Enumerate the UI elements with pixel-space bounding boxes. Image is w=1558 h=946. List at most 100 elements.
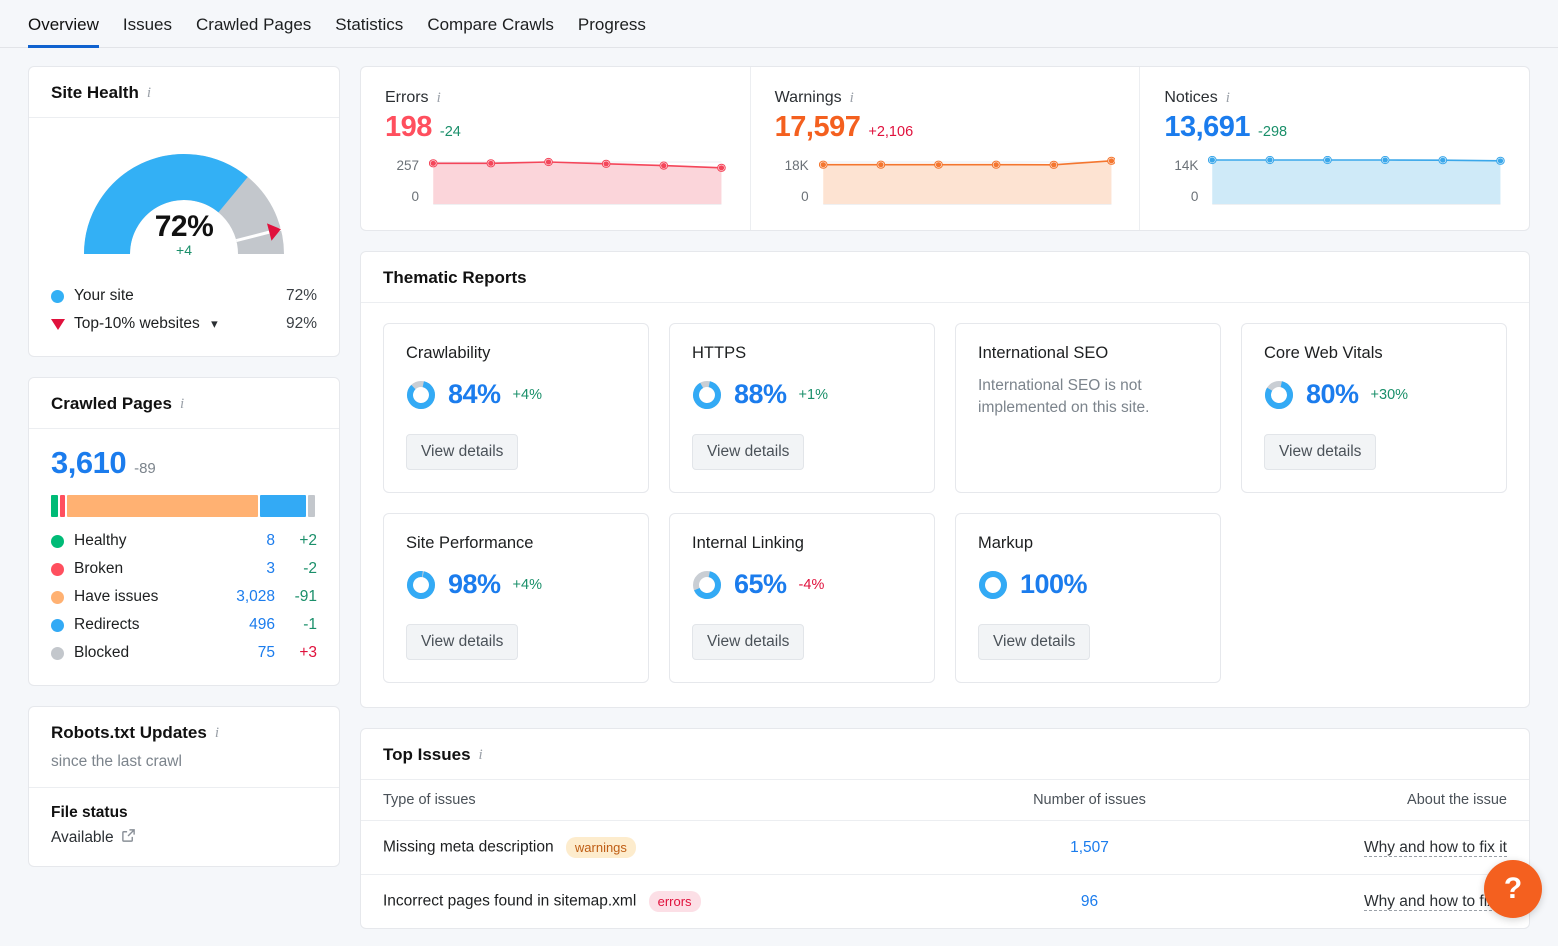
sparkline-axis: 257 0 (385, 156, 419, 208)
row-value[interactable]: 75 (217, 644, 275, 662)
thematic-reports-header: Thematic Reports (361, 252, 1529, 303)
status-dot-icon (51, 646, 64, 660)
tab-crawled-pages[interactable]: Crawled Pages (196, 15, 311, 47)
view-details-button[interactable]: View details (406, 434, 519, 470)
legend-label: Top-10% websites ▾ (74, 315, 286, 333)
thematic-card-delta: -4% (798, 576, 825, 593)
info-icon[interactable]: i (437, 90, 441, 106)
view-details-button[interactable]: View details (692, 434, 805, 470)
site-health-header: Site Health i (29, 67, 339, 118)
top-issues-header: Top Issues i (361, 729, 1529, 780)
view-details-button[interactable]: View details (692, 624, 805, 660)
axis-bottom-label: 0 (801, 189, 809, 204)
counter-delta: -298 (1258, 124, 1288, 140)
status-dot-icon (51, 534, 64, 548)
help-button[interactable]: ? (1484, 860, 1542, 918)
counter-delta: +2,106 (868, 124, 914, 140)
status-dot-icon (51, 590, 64, 604)
view-details-button[interactable]: View details (1264, 434, 1377, 470)
crawled-pages-card: Crawled Pages i 3,610 -89 Healthy 8 +2 Brok… (28, 377, 340, 686)
sparkline-axis: 18K 0 (775, 156, 809, 208)
robots-txt-body: File status Available (29, 788, 339, 866)
donut-progress-icon (407, 380, 435, 409)
site-health-card: Site Health i 72% +4 Your site 72% Top-1… (28, 66, 340, 357)
top-issues-table: Type of issues Number of issues About th… (361, 780, 1529, 928)
crawled-pages-title: Crawled Pages (51, 394, 172, 413)
issue-about-cell: Why and how to fix it (1219, 820, 1529, 875)
thematic-card-score: 80% +30% (1264, 379, 1484, 410)
gauge-center-label: 72% +4 (59, 210, 309, 258)
info-icon[interactable]: i (1226, 90, 1230, 106)
counter-value[interactable]: 17,597 (775, 111, 861, 144)
info-icon[interactable]: i (850, 90, 854, 106)
issue-type-text: Missing meta description (383, 838, 554, 856)
site-health-gauge-wrap: 72% +4 (29, 118, 339, 272)
chevron-down-icon[interactable]: ▾ (211, 316, 218, 331)
view-details-button[interactable]: View details (406, 624, 519, 660)
counter-value[interactable]: 198 (385, 111, 432, 144)
thematic-card-score: 84% +4% (406, 379, 626, 410)
status-badge: warnings (565, 837, 636, 858)
tab-compare-crawls[interactable]: Compare Crawls (427, 15, 554, 47)
row-value[interactable]: 496 (217, 616, 275, 634)
thematic-card-title: Internal Linking (692, 534, 804, 552)
legend-top-10-websites[interactable]: Top-10% websites ▾ 92% (51, 310, 317, 338)
robots-txt-subtitle: since the last crawl (51, 753, 182, 770)
row-label: Blocked (74, 644, 130, 661)
crawled-pages-row: Redirects 496 -1 (51, 611, 317, 639)
tab-issues[interactable]: Issues (123, 15, 172, 47)
column-header-count: Number of issues (959, 780, 1220, 821)
donut-progress-icon (693, 380, 721, 409)
axis-top-label: 14K (1174, 158, 1199, 173)
issue-type-text: Incorrect pages found in sitemap.xml (383, 892, 637, 910)
row-value[interactable]: 3 (217, 560, 275, 578)
row-value[interactable]: 3,028 (217, 588, 275, 606)
status-dot-icon (51, 562, 64, 576)
crawled-pages-count: 3,610 (51, 445, 127, 480)
tab-statistics[interactable]: Statistics (335, 15, 403, 47)
info-icon[interactable]: i (180, 396, 184, 412)
view-details-button[interactable]: View details (978, 624, 1091, 660)
thematic-card-title: Markup (978, 534, 1034, 552)
thematic-card-title: HTTPS (692, 344, 747, 362)
info-icon[interactable]: i (215, 725, 219, 741)
thematic-card-title: Crawlability (406, 344, 491, 362)
tab-overview[interactable]: Overview (28, 15, 99, 48)
info-icon[interactable]: i (147, 85, 151, 101)
counter-label: Errors (385, 89, 429, 106)
thematic-card-delta: +4% (512, 576, 542, 593)
donut-progress-icon (693, 570, 721, 599)
robots-txt-title: Robots.txt Updates (51, 723, 207, 742)
tab-progress[interactable]: Progress (578, 15, 646, 47)
thematic-card-title: Core Web Vitals (1264, 344, 1383, 362)
issue-type-cell: Missing meta description warnings (361, 820, 960, 875)
stack-segment (51, 495, 58, 517)
top-issues-card: Top Issues i Type of issues Number of is… (360, 728, 1530, 929)
counter-head: Warnings i (775, 89, 1116, 107)
thematic-reports-card: Thematic Reports Crawlability 84% +4% Vi… (360, 251, 1530, 708)
thematic-card-percent: 98% (448, 569, 501, 599)
thematic-card: Site Performance 98% +4% View details (383, 513, 649, 683)
crawled-pages-row: Broken 3 -2 (51, 555, 317, 583)
issue-count-link[interactable]: 1,507 (1070, 839, 1109, 856)
triangle-down-icon (51, 318, 65, 330)
counter-value[interactable]: 13,691 (1164, 111, 1250, 144)
crawled-pages-header: Crawled Pages i (29, 378, 339, 429)
robots-txt-card: Robots.txt Updates i since the last craw… (28, 706, 340, 867)
issue-type-cell: Incorrect pages found in sitemap.xml err… (361, 875, 960, 929)
counter-value-row: 17,597 +2,106 (775, 111, 1116, 144)
external-link-icon[interactable] (121, 828, 136, 848)
top-issues-tbody: Missing meta description warnings 1,507 … (361, 820, 1529, 929)
issue-count-link[interactable]: 96 (1081, 893, 1098, 910)
sparkline-svg (1208, 156, 1506, 205)
row-value[interactable]: 8 (217, 532, 275, 550)
counter-head: Notices i (1164, 89, 1505, 107)
crawled-pages-row: Healthy 8 +2 (51, 527, 317, 555)
why-and-how-link[interactable]: Why and how to fix it (1363, 838, 1507, 857)
stack-segment (308, 495, 315, 517)
counter-value-row: 198 -24 (385, 111, 726, 144)
main-tabbar: Overview Issues Crawled Pages Statistics… (0, 0, 1558, 48)
thematic-card-percent: 84% (448, 379, 501, 409)
legend-value: 92% (285, 315, 317, 332)
info-icon[interactable]: i (479, 747, 483, 763)
